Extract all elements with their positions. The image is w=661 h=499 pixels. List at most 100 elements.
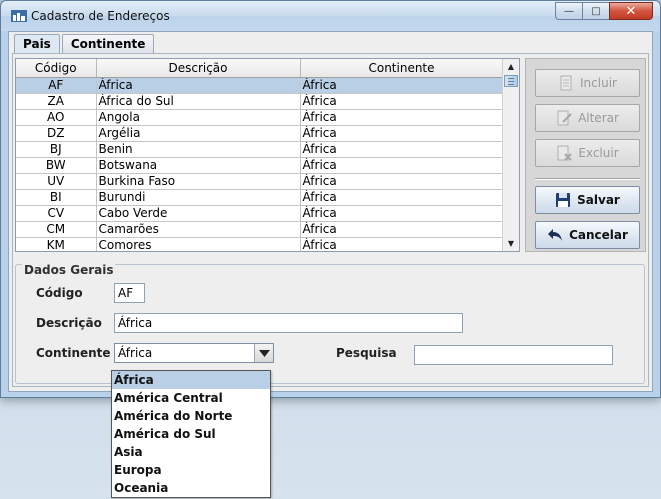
- close-button[interactable]: ✕: [609, 2, 653, 20]
- table-row[interactable]: ZA África do Sul África: [16, 93, 504, 110]
- table-cell-code: ZA: [16, 93, 97, 110]
- countries-table: Código Descrição Continente AF África Áfri…: [15, 58, 520, 252]
- table-row[interactable]: BJ Benin África: [16, 141, 504, 158]
- table-cell-desc: Burundi: [96, 189, 301, 206]
- table-cell-cont: África: [300, 237, 504, 251]
- table-row[interactable]: DZ Argélia África: [16, 125, 504, 142]
- table-cell-cont: África: [300, 77, 504, 94]
- chevron-down-icon[interactable]: [254, 344, 273, 362]
- table-row[interactable]: AF África África: [16, 77, 504, 94]
- save-disk-icon: [556, 193, 571, 207]
- continente-select[interactable]: África: [114, 343, 274, 363]
- scroll-up-arrow-icon[interactable]: ▲: [503, 59, 519, 74]
- table-cell-desc: Argélia: [96, 125, 301, 142]
- action-panel: Incluir Alterar Excluir Salvar Cancelar: [525, 58, 646, 252]
- tab-strip: Pais Continente: [14, 34, 156, 54]
- incluir-button[interactable]: Incluir: [535, 69, 640, 97]
- client-area: Pais Continente Código Descrição Contine…: [8, 31, 653, 392]
- table-cell-desc: Burkina Faso: [96, 173, 301, 190]
- alterar-label: Alterar: [578, 111, 619, 125]
- table-row[interactable]: AO Angola África: [16, 109, 504, 126]
- table-cell-code: UV: [16, 173, 97, 190]
- incluir-label: Incluir: [580, 76, 617, 90]
- descricao-field[interactable]: África: [114, 313, 463, 333]
- table-row[interactable]: CV Cabo Verde África: [16, 205, 504, 222]
- table-body: AF África África ZA África do Sul África AO Ang…: [16, 77, 504, 251]
- dropdown-option[interactable]: América Central: [112, 389, 270, 407]
- column-header-continente[interactable]: Continente: [300, 59, 504, 78]
- table-cell-desc: Comores: [96, 237, 301, 251]
- salvar-button[interactable]: Salvar: [535, 186, 640, 214]
- dropdown-option[interactable]: América do Sul: [112, 425, 270, 443]
- salvar-label: Salvar: [577, 193, 620, 207]
- window-title: Cadastro de Endereços: [31, 9, 170, 23]
- table-cell-code: CM: [16, 221, 97, 238]
- table-cell-code: BW: [16, 157, 97, 174]
- table-cell-code: BJ: [16, 141, 97, 158]
- table-cell-desc: África: [96, 77, 301, 94]
- dropdown-option[interactable]: América do Norte: [112, 407, 270, 425]
- table-cell-desc: Camarões: [96, 221, 301, 238]
- dropdown-option[interactable]: Europa: [112, 461, 270, 479]
- delete-document-icon: [557, 145, 573, 161]
- window-controls: — □ ✕: [555, 2, 653, 20]
- table-cell-cont: África: [300, 189, 504, 206]
- table-cell-cont: África: [300, 109, 504, 126]
- group-title: Dados Gerais: [22, 263, 116, 277]
- table-vertical-scrollbar[interactable]: ▲ ▼: [502, 59, 519, 251]
- dropdown-option[interactable]: África: [112, 371, 270, 389]
- tab-continente[interactable]: Continente: [61, 34, 155, 53]
- codigo-field[interactable]: AF: [114, 283, 145, 303]
- edit-document-icon: [557, 110, 572, 126]
- tab-panel-pais: Código Descrição Continente AF África Áfri…: [12, 53, 649, 387]
- maximize-button[interactable]: □: [582, 2, 609, 20]
- table-cell-desc: África do Sul: [96, 93, 301, 110]
- pesquisa-input[interactable]: [414, 345, 613, 365]
- cancelar-button[interactable]: Cancelar: [535, 221, 640, 249]
- close-icon: ✕: [625, 3, 637, 19]
- scroll-down-arrow-icon[interactable]: ▼: [503, 236, 519, 251]
- table-row[interactable]: UV Burkina Faso África: [16, 173, 504, 190]
- pesquisa-label: Pesquisa: [336, 346, 397, 360]
- table-cell-code: BI: [16, 189, 97, 206]
- column-header-codigo[interactable]: Código: [16, 59, 97, 78]
- table-row[interactable]: BW Botswana África: [16, 157, 504, 174]
- table-cell-cont: África: [300, 205, 504, 222]
- table-cell-cont: África: [300, 125, 504, 142]
- table-cell-code: KM: [16, 237, 97, 251]
- codigo-label: Código: [36, 286, 83, 300]
- continente-selected-value: África: [118, 346, 153, 360]
- cancelar-label: Cancelar: [569, 228, 628, 242]
- continente-dropdown-list: África América Central América do Norte Amé…: [111, 370, 271, 498]
- table-header-row: Código Descrição Continente: [16, 59, 504, 78]
- table-cell-code: AO: [16, 109, 97, 126]
- table-row[interactable]: CM Camarões África: [16, 221, 504, 238]
- dados-gerais-group: Dados Gerais Código AF Descrição África …: [15, 263, 645, 384]
- table-cell-cont: África: [300, 157, 504, 174]
- table-cell-desc: Botswana: [96, 157, 301, 174]
- excluir-label: Excluir: [578, 146, 619, 160]
- table-cell-desc: Cabo Verde: [96, 205, 301, 222]
- table-row[interactable]: BI Burundi África: [16, 189, 504, 206]
- excluir-button[interactable]: Excluir: [535, 139, 640, 167]
- main-window: Cadastro de Endereços — □ ✕ Pais Contine…: [0, 0, 661, 398]
- action-separator: [535, 178, 640, 180]
- table-cell-code: AF: [16, 77, 97, 94]
- table-cell-code: CV: [16, 205, 97, 222]
- add-document-icon: [560, 75, 572, 91]
- dropdown-option[interactable]: Asia: [112, 443, 270, 461]
- scroll-thumb[interactable]: [504, 75, 518, 87]
- table-cell-cont: África: [300, 141, 504, 158]
- table-cell-cont: África: [300, 93, 504, 110]
- alterar-button[interactable]: Alterar: [535, 104, 640, 132]
- table-cell-desc: Benin: [96, 141, 301, 158]
- table-cell-cont: África: [300, 173, 504, 190]
- table-cell-code: DZ: [16, 125, 97, 142]
- dropdown-option[interactable]: Oceania: [112, 479, 270, 497]
- title-bar[interactable]: Cadastro de Endereços — □ ✕: [1, 1, 660, 31]
- app-icon: [11, 10, 27, 22]
- tab-pais[interactable]: Pais: [14, 34, 60, 54]
- minimize-button[interactable]: —: [555, 2, 582, 20]
- column-header-descricao[interactable]: Descrição: [96, 59, 301, 78]
- table-row[interactable]: KM Comores África: [16, 237, 504, 251]
